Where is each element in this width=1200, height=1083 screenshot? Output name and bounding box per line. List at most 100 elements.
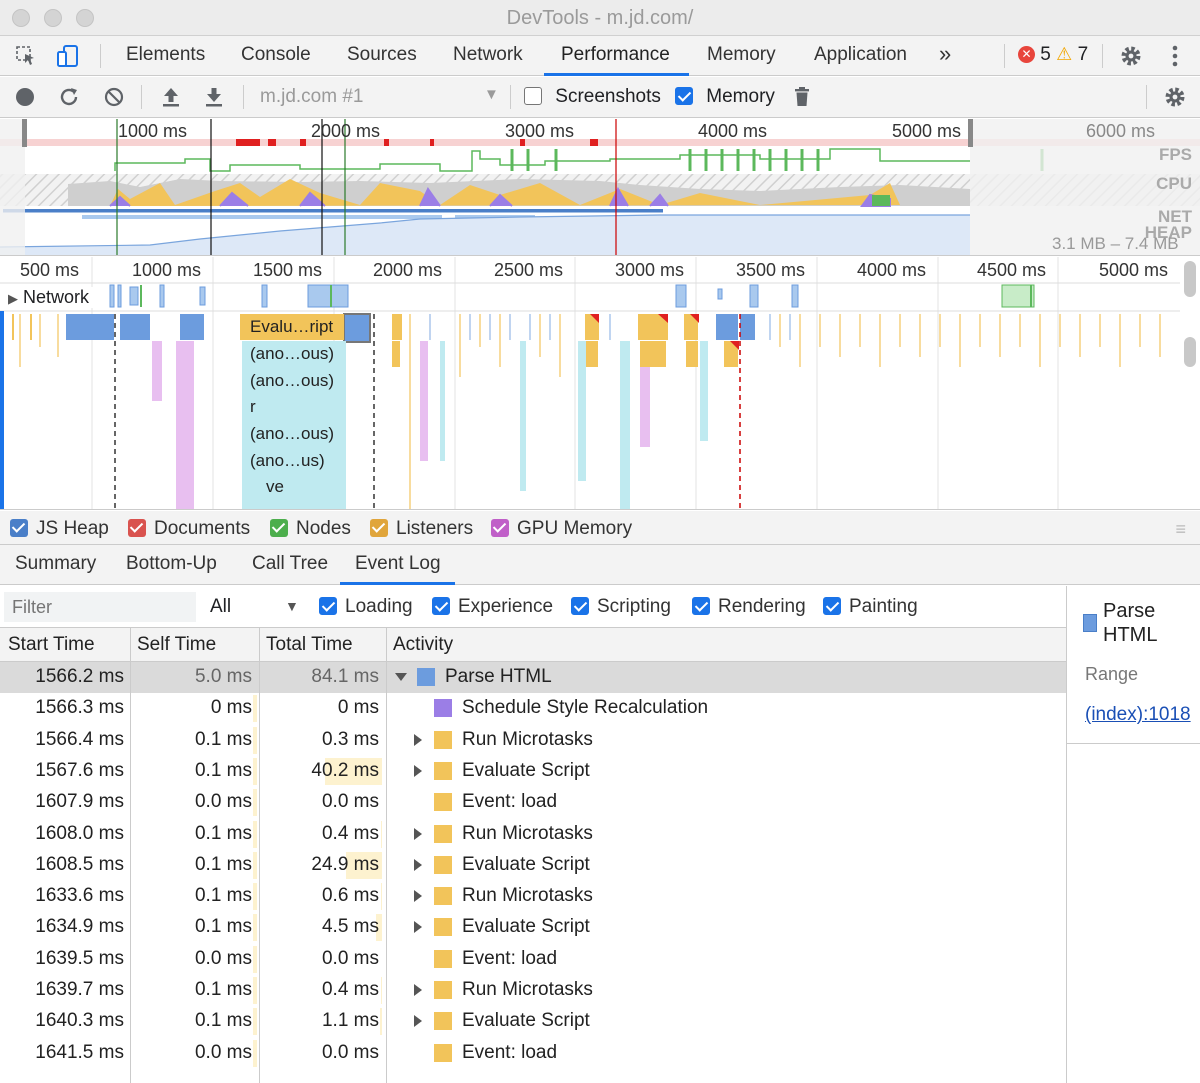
table-row[interactable]: 1640.3 ms 0.1 ms 1.1 ms Evaluate Script [0,1006,1066,1037]
details-tab-bar: Summary Bottom-Up Call Tree Event Log [0,545,1200,585]
filter-loading[interactable]: Loading [319,596,413,618]
flame-chart[interactable]: 500 ms 1000 ms 1500 ms 2000 ms 2500 ms 3… [0,257,1200,510]
checkbox-icon[interactable] [823,597,841,615]
profile-select[interactable]: m.jd.com #1 [260,86,363,108]
column-header-start-time[interactable]: Start Time [8,634,95,656]
counter-nodes[interactable]: Nodes [270,518,351,540]
event-log-filter-bar: All ▼ Loading Experience Scripting Rende… [0,586,1066,628]
cell-start-time: 1640.3 ms [35,1010,124,1032]
collapsed-triangle-icon[interactable] [414,890,422,903]
record-icon[interactable] [11,83,39,111]
counter-gpu-memory[interactable]: GPU Memory [491,518,632,540]
screenshots-checkbox[interactable] [524,87,542,105]
table-row[interactable]: 1608.5 ms 0.1 ms 24.9 ms Evaluate Script [0,850,1066,881]
checkbox-icon[interactable] [319,597,337,615]
collapsed-triangle-icon[interactable] [414,1015,422,1028]
table-row[interactable]: 1634.9 ms 0.1 ms 4.5 ms Evaluate Script [0,912,1066,943]
filter-experience[interactable]: Experience [432,596,553,618]
counter-documents[interactable]: Documents [128,518,250,540]
source-link[interactable]: (index):1018 [1085,704,1191,726]
tab-network[interactable]: Network [453,44,523,66]
counter-js-heap[interactable]: JS Heap [10,518,109,540]
flame-entry[interactable]: (ano…ous) [242,341,346,367]
load-profile-icon[interactable] [157,83,185,111]
checkbox-icon[interactable] [370,519,388,537]
table-row[interactable]: 1639.7 ms 0.1 ms 0.4 ms Run Microtasks [0,975,1066,1006]
filter-rendering[interactable]: Rendering [692,596,806,618]
filter-input[interactable] [4,592,196,622]
filter-scripting[interactable]: Scripting [571,596,671,618]
clear-icon[interactable] [100,83,128,111]
issues-counter[interactable]: ✕ 5 ⚠ 7 [1018,44,1088,66]
tab-console[interactable]: Console [241,44,311,66]
memory-checkbox[interactable] [675,87,693,105]
column-header-total-time[interactable]: Total Time [266,634,353,656]
trash-icon[interactable] [788,83,816,111]
network-track-toggle[interactable]: ▶ Network [6,287,94,308]
flame-entry[interactable]: ve [242,474,346,500]
screenshots-toggle[interactable]: Screenshots [524,86,661,108]
collapsed-triangle-icon[interactable] [414,921,422,934]
collapsed-triangle-icon[interactable] [414,733,422,746]
tab-elements[interactable]: Elements [126,44,205,66]
tab-summary[interactable]: Summary [15,553,96,575]
tab-event-log[interactable]: Event Log [355,553,441,575]
save-profile-icon[interactable] [200,83,228,111]
checkbox-icon[interactable] [491,519,509,537]
inspect-element-icon[interactable] [12,42,40,70]
more-options-icon[interactable] [1161,42,1189,70]
more-tabs-button[interactable]: » [939,41,951,67]
capture-settings-gear-icon[interactable] [1161,83,1189,111]
checkbox-icon[interactable] [270,519,288,537]
duration-filter-select[interactable]: All [210,596,231,618]
table-row[interactable]: 1639.5 ms 0.0 ms 0.0 ms Event: load [0,944,1066,975]
tab-application[interactable]: Application [814,44,907,66]
table-row[interactable]: 1633.6 ms 0.1 ms 0.6 ms Run Microtasks [0,881,1066,912]
flame-entry[interactable]: (ano…us) [242,448,346,474]
settings-gear-icon[interactable] [1117,42,1145,70]
collapsed-triangle-icon[interactable] [414,858,422,871]
column-header-self-time[interactable]: Self Time [137,634,216,656]
flame-entry[interactable]: (ano…ous) [242,368,346,394]
table-row[interactable]: 1607.9 ms 0.0 ms 0.0 ms Event: load [0,787,1066,818]
performance-toolbar: m.jd.com #1 ▼ Screenshots Memory [0,77,1200,118]
checkbox-icon[interactable] [692,597,710,615]
table-row[interactable]: 1641.5 ms 0.0 ms 0.0 ms Event: load [0,1038,1066,1069]
expanded-triangle-icon[interactable] [395,673,407,681]
reload-record-icon[interactable] [55,83,83,111]
table-row[interactable]: 1567.6 ms 0.1 ms 40.2 ms Evaluate Script [0,756,1066,787]
device-toolbar-icon[interactable] [54,42,82,70]
checkbox-icon[interactable] [128,519,146,537]
collapsed-triangle-icon[interactable] [414,764,422,777]
table-row[interactable]: 1566.2 ms 5.0 ms 84.1 ms Parse HTML [0,662,1066,693]
chevron-down-icon[interactable]: ▼ [285,598,299,614]
flame-entry-evaluate-script[interactable]: Evalu…ript [242,314,344,340]
collapsed-triangle-icon[interactable] [414,827,422,840]
chevron-down-icon[interactable]: ▼ [484,86,499,103]
checkbox-icon[interactable] [10,519,28,537]
flame-entry[interactable]: (ano…ous) [242,421,346,447]
cell-start-time: 1639.7 ms [35,979,124,1000]
collapsed-triangle-icon[interactable] [414,984,422,996]
table-row[interactable]: 1608.0 ms 0.1 ms 0.4 ms Run Microtasks [0,819,1066,850]
error-count: 5 [1040,44,1051,65]
timeline-overview[interactable]: 1000 ms 2000 ms 3000 ms 4000 ms 5000 ms … [0,119,1200,256]
cell-activity: Run Microtasks [462,728,593,750]
tab-performance[interactable]: Performance [561,44,670,66]
flame-entry[interactable]: r [242,394,346,420]
checkbox-icon[interactable] [432,597,450,615]
column-header-activity[interactable]: Activity [393,634,453,656]
counter-listeners[interactable]: Listeners [370,518,473,540]
memory-toggle[interactable]: Memory [675,86,775,108]
tab-memory[interactable]: Memory [707,44,776,66]
resize-handle-icon[interactable]: ≡ [1175,519,1186,540]
checkbox-icon[interactable] [571,597,589,615]
flame-tick: 1500 ms [253,260,323,280]
tab-call-tree[interactable]: Call Tree [252,553,328,575]
table-row[interactable]: 1566.4 ms 0.1 ms 0.3 ms Run Microtasks [0,725,1066,756]
tab-bottom-up[interactable]: Bottom-Up [126,553,217,575]
tab-sources[interactable]: Sources [347,44,417,66]
filter-label: Rendering [718,596,806,617]
table-row[interactable]: 1566.3 ms 0 ms 0 ms Schedule Style Recalcul… [0,693,1066,724]
filter-painting[interactable]: Painting [823,596,918,618]
